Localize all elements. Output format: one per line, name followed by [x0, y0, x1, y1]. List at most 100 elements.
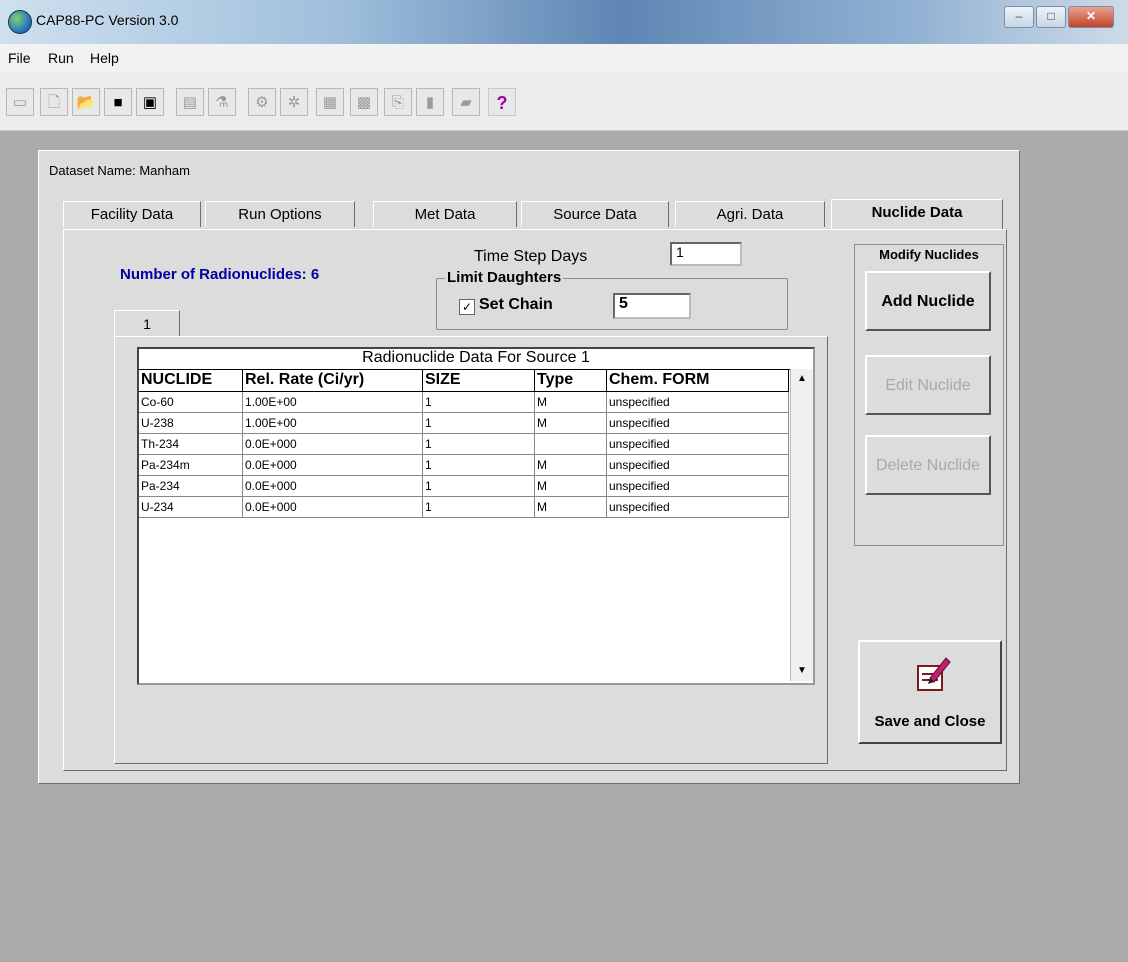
- radionuclide-grid[interactable]: Radionuclide Data For Source 1 NUCLIDE R…: [137, 347, 815, 685]
- scroll-down-icon[interactable]: ▼: [791, 661, 813, 681]
- source-frame: Radionuclide Data For Source 1 NUCLIDE R…: [114, 336, 828, 764]
- table-row[interactable]: Pa-234 0.0E+000 1 M unspecified: [139, 476, 789, 497]
- type-cell[interactable]: [535, 434, 607, 454]
- rel-rate-cell[interactable]: 1.00E+00: [243, 392, 423, 412]
- nuclide-cell[interactable]: U-234: [139, 497, 243, 517]
- column-header-chem-form[interactable]: Chem. FORM: [607, 369, 789, 391]
- dataset-name-label: Dataset Name: Manham: [49, 163, 190, 178]
- modify-nuclides-group: Modify Nuclides Add Nuclide Edit Nuclide…: [854, 244, 1004, 546]
- table-row[interactable]: U-234 0.0E+000 1 M unspecified: [139, 497, 789, 518]
- set-chain-label: Set Chain: [479, 296, 553, 313]
- calculate-icon[interactable]: ⚗: [208, 88, 236, 116]
- table-row[interactable]: Th-234 0.0E+000 1 unspecified: [139, 434, 789, 455]
- minimize-icon[interactable]: –: [1004, 6, 1034, 28]
- dataset-panel: Dataset Name: Manham Facility Data Run O…: [38, 150, 1020, 784]
- set-chain-input[interactable]: 5: [613, 293, 691, 319]
- chem-form-cell[interactable]: unspecified: [607, 476, 789, 496]
- type-cell[interactable]: M: [535, 497, 607, 517]
- menu-file[interactable]: File: [8, 50, 31, 66]
- open-folder-icon[interactable]: 📂: [72, 88, 100, 116]
- report-icon[interactable]: ▤: [176, 88, 204, 116]
- chem-form-cell[interactable]: unspecified: [607, 455, 789, 475]
- keyboard-icon[interactable]: ▭: [6, 88, 34, 116]
- type-cell[interactable]: M: [535, 455, 607, 475]
- scroll-up-icon[interactable]: ▲: [791, 369, 813, 389]
- menu-bar: File Run Help: [0, 44, 1128, 73]
- size-cell[interactable]: 1: [423, 413, 535, 433]
- delete-nuclide-button[interactable]: Delete Nuclide: [865, 435, 991, 495]
- set-chain-checkbox[interactable]: ✓: [459, 299, 475, 315]
- source-tab-1[interactable]: 1: [114, 310, 180, 336]
- toolbar: ▭ 🗋 📂 ■ ▣ ▤ ⚗ ⚙ ✲ ▦ ▩ ⎘ ▮ ▰ ?: [0, 72, 1128, 131]
- size-cell[interactable]: 1: [423, 434, 535, 454]
- edit-nuclide-button[interactable]: Edit Nuclide: [865, 355, 991, 415]
- limit-daughters-group: Limit Daughters ✓ Set Chain 5: [436, 269, 788, 330]
- chem-form-cell[interactable]: unspecified: [607, 434, 789, 454]
- rel-rate-cell[interactable]: 0.0E+000: [243, 434, 423, 454]
- save-and-close-button[interactable]: Save and Close: [858, 640, 1002, 744]
- table-row[interactable]: U-238 1.00E+00 1 M unspecified: [139, 413, 789, 434]
- grid-icon[interactable]: ▩: [350, 88, 378, 116]
- column-header-nuclide[interactable]: NUCLIDE: [139, 369, 243, 391]
- help-icon[interactable]: ?: [488, 88, 516, 116]
- size-cell[interactable]: 1: [423, 497, 535, 517]
- export-icon[interactable]: ⎘: [384, 88, 412, 116]
- grid-title: Radionuclide Data For Source 1: [139, 349, 813, 370]
- save-disk-icon[interactable]: ■: [104, 88, 132, 116]
- radionuclide-count-label: Number of Radionuclides: 6: [120, 266, 320, 283]
- type-cell[interactable]: M: [535, 476, 607, 496]
- chem-form-cell[interactable]: unspecified: [607, 497, 789, 517]
- time-step-input[interactable]: 1: [670, 242, 742, 266]
- save-document-icon: [917, 657, 951, 691]
- modify-nuclides-label: Modify Nuclides: [879, 247, 979, 262]
- time-step-label: Time Step Days: [474, 248, 588, 265]
- add-nuclide-button[interactable]: Add Nuclide: [865, 271, 991, 331]
- tab-agri-data[interactable]: Agri. Data: [675, 201, 825, 227]
- chart-icon[interactable]: ▮: [416, 88, 444, 116]
- column-header-rel-rate[interactable]: Rel. Rate (Ci/yr): [243, 369, 423, 391]
- tab-run-options[interactable]: Run Options: [205, 201, 355, 227]
- grid-header: NUCLIDE Rel. Rate (Ci/yr) SIZE Type Chem…: [139, 369, 789, 392]
- type-cell[interactable]: M: [535, 392, 607, 412]
- rel-rate-cell[interactable]: 0.0E+000: [243, 497, 423, 517]
- table-row[interactable]: Pa-234m 0.0E+000 1 M unspecified: [139, 455, 789, 476]
- tab-source-data[interactable]: Source Data: [521, 201, 669, 227]
- size-cell[interactable]: 1: [423, 392, 535, 412]
- rel-rate-cell[interactable]: 1.00E+00: [243, 413, 423, 433]
- size-cell[interactable]: 1: [423, 476, 535, 496]
- limit-daughters-label: Limit Daughters: [445, 269, 564, 286]
- map-icon[interactable]: ▦: [316, 88, 344, 116]
- tab-facility-data[interactable]: Facility Data: [63, 201, 201, 227]
- nuclide-cell[interactable]: Co-60: [139, 392, 243, 412]
- chem-form-cell[interactable]: unspecified: [607, 392, 789, 412]
- tab-met-data[interactable]: Met Data: [373, 201, 517, 227]
- nuclide-cell[interactable]: Pa-234: [139, 476, 243, 496]
- tab-strip: Facility Data Run Options Met Data Sourc…: [63, 199, 1003, 229]
- table-row[interactable]: Co-60 1.00E+00 1 M unspecified: [139, 392, 789, 413]
- type-cell[interactable]: M: [535, 413, 607, 433]
- size-cell[interactable]: 1: [423, 455, 535, 475]
- exit-icon[interactable]: ▰: [452, 88, 480, 116]
- menu-help[interactable]: Help: [90, 50, 119, 66]
- column-header-size[interactable]: SIZE: [423, 369, 535, 391]
- maximize-icon[interactable]: □: [1036, 6, 1066, 28]
- run-icon[interactable]: ⚙: [248, 88, 276, 116]
- nuclide-cell[interactable]: Th-234: [139, 434, 243, 454]
- rel-rate-cell[interactable]: 0.0E+000: [243, 476, 423, 496]
- globe-icon: [8, 10, 32, 34]
- close-icon[interactable]: ✕: [1068, 6, 1114, 28]
- window-controls: – □ ✕: [1002, 6, 1114, 28]
- chem-form-cell[interactable]: unspecified: [607, 413, 789, 433]
- nuclide-cell[interactable]: U-238: [139, 413, 243, 433]
- grid-scrollbar[interactable]: ▲ ▼: [790, 369, 813, 681]
- title-bar: CAP88-PC Version 3.0 – □ ✕: [0, 0, 1128, 44]
- nuclide-cell[interactable]: Pa-234m: [139, 455, 243, 475]
- rel-rate-cell[interactable]: 0.0E+000: [243, 455, 423, 475]
- save-and-close-label: Save and Close: [874, 713, 986, 730]
- column-header-type[interactable]: Type: [535, 369, 607, 391]
- tab-nuclide-data[interactable]: Nuclide Data: [831, 199, 1003, 229]
- print-icon[interactable]: ▣: [136, 88, 164, 116]
- menu-run[interactable]: Run: [48, 50, 74, 66]
- wind-rose-icon[interactable]: ✲: [280, 88, 308, 116]
- new-file-icon[interactable]: 🗋: [40, 88, 68, 116]
